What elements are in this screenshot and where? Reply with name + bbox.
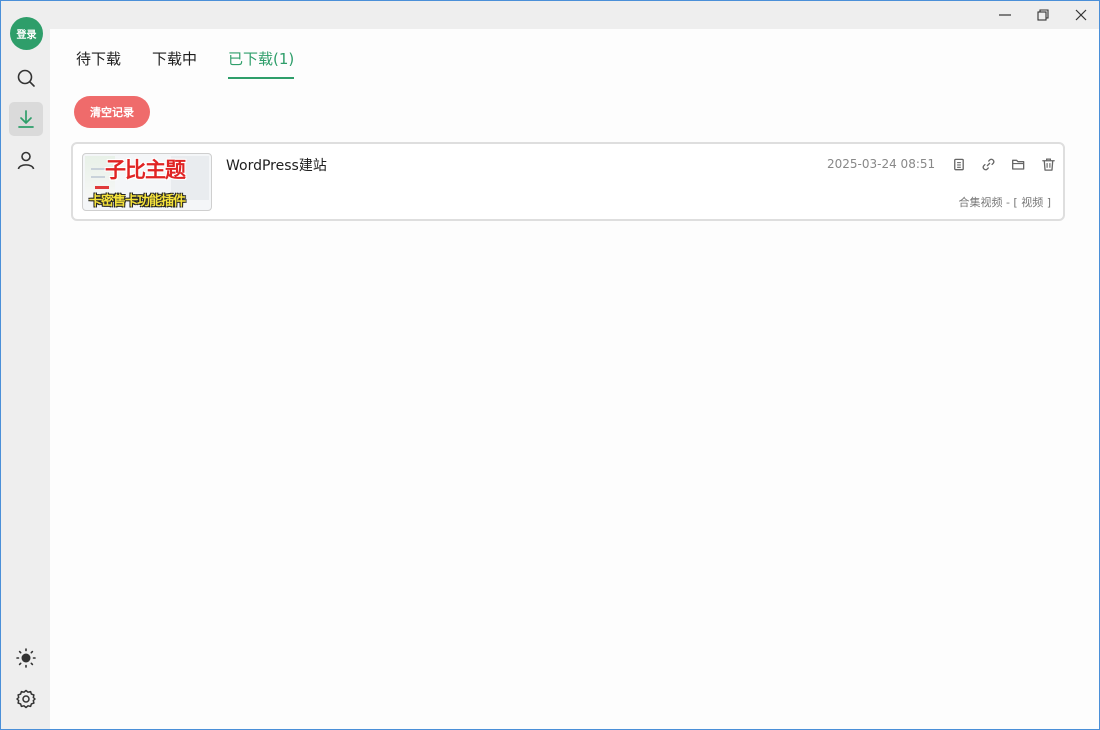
sidebar-download-button[interactable] bbox=[9, 102, 43, 136]
theme-sun-icon bbox=[16, 648, 36, 668]
minimize-icon bbox=[999, 14, 1011, 16]
download-icon bbox=[18, 110, 34, 128]
delete-button[interactable] bbox=[1033, 154, 1063, 174]
download-title: WordPress建站 bbox=[226, 158, 327, 174]
minimize-button[interactable] bbox=[986, 1, 1024, 29]
search-icon bbox=[17, 69, 35, 87]
link-icon bbox=[982, 158, 994, 170]
login-avatar-button[interactable]: 登录 bbox=[10, 17, 43, 50]
app-window: 登录 待下载 下载中 已下载(1) 清空记录 子比主题 卡密售卡功能插件 Wor… bbox=[0, 0, 1100, 730]
copy-icon bbox=[953, 158, 964, 170]
download-item[interactable]: 子比主题 卡密售卡功能插件 WordPress建站 2025-03-24 08:… bbox=[71, 142, 1065, 221]
sidebar-theme-button[interactable] bbox=[9, 641, 43, 675]
folder-icon bbox=[1011, 159, 1024, 170]
user-icon bbox=[17, 151, 35, 170]
main-content: 待下载 下载中 已下载(1) 清空记录 子比主题 卡密售卡功能插件 WordPr… bbox=[50, 29, 1099, 729]
close-button[interactable] bbox=[1062, 1, 1099, 29]
restore-icon bbox=[1037, 9, 1049, 21]
sidebar-search-button[interactable] bbox=[9, 61, 43, 95]
video-thumbnail[interactable]: 子比主题 卡密售卡功能插件 bbox=[82, 153, 212, 211]
restore-button[interactable] bbox=[1024, 1, 1062, 29]
tab-pending[interactable]: 待下载 bbox=[76, 49, 121, 79]
open-folder-button[interactable] bbox=[1003, 154, 1033, 174]
trash-icon bbox=[1041, 158, 1055, 171]
sidebar: 登录 bbox=[1, 1, 50, 729]
sidebar-user-button[interactable] bbox=[9, 143, 43, 177]
download-tabs: 待下载 下载中 已下载(1) bbox=[76, 49, 325, 79]
sidebar-settings-button[interactable] bbox=[9, 682, 43, 716]
copy-link-button[interactable] bbox=[973, 154, 1003, 174]
download-date: 2025-03-24 08:51 bbox=[827, 157, 936, 171]
tab-downloaded[interactable]: 已下载(1) bbox=[228, 49, 295, 79]
thumbnail-headline: 子比主题 bbox=[105, 158, 186, 182]
title-bar[interactable] bbox=[1, 1, 1099, 29]
tab-downloading[interactable]: 下载中 bbox=[152, 49, 197, 79]
download-meta: 合集视频 - [ 视频 ] bbox=[958, 196, 1051, 209]
clear-records-button[interactable]: 清空记录 bbox=[74, 96, 150, 128]
close-icon bbox=[1075, 9, 1087, 21]
thumbnail-caption: 卡密售卡功能插件 bbox=[89, 194, 186, 209]
copy-button[interactable] bbox=[943, 154, 973, 174]
gear-icon bbox=[16, 689, 36, 709]
item-actions bbox=[943, 154, 1063, 174]
